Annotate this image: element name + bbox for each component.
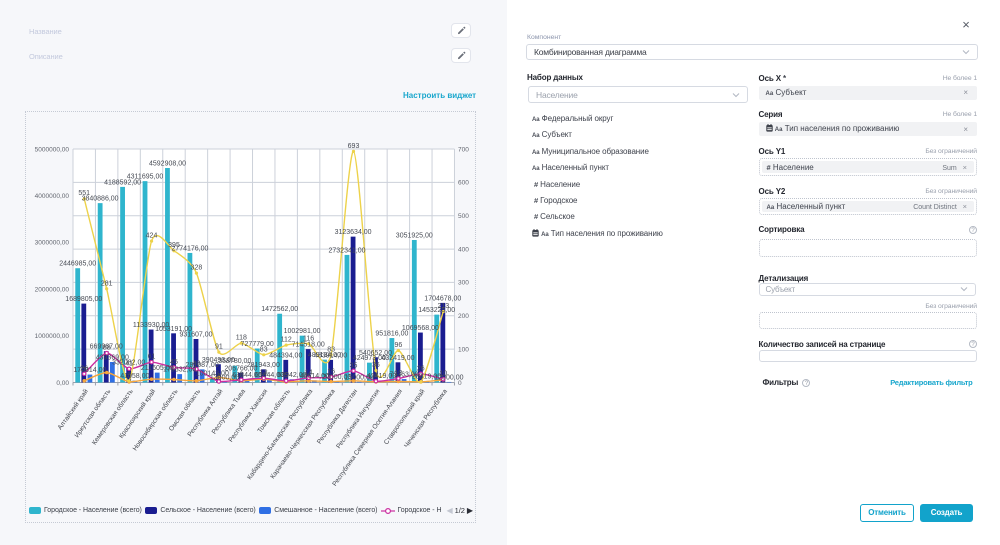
svg-text:13: 13 — [260, 370, 268, 377]
svg-text:1069568,00: 1069568,00 — [402, 325, 439, 332]
svg-text:600: 600 — [458, 180, 469, 187]
svg-text:1689805,00: 1689805,00 — [65, 296, 102, 303]
svg-text:484394,00: 484394,00 — [269, 352, 302, 359]
svg-text:3840886,00: 3840886,00 — [82, 196, 119, 203]
svg-text:41: 41 — [125, 360, 133, 367]
svg-text:5000000,00: 5000000,00 — [35, 146, 70, 153]
svg-text:Республика Дагестан: Республика Дагестан — [315, 387, 359, 445]
svg-text:931607,00: 931607,00 — [179, 332, 212, 339]
svg-text:2774176,00: 2774176,00 — [171, 245, 208, 252]
svg-text:1472562,00: 1472562,00 — [261, 306, 298, 313]
svg-text:83: 83 — [260, 346, 268, 353]
svg-text:36: 36 — [372, 362, 380, 369]
svg-text:500: 500 — [458, 213, 469, 220]
svg-text:83: 83 — [327, 346, 335, 353]
svg-text:Кемеровская область: Кемеровская область — [90, 387, 135, 446]
svg-text:91: 91 — [215, 344, 223, 351]
svg-text:26: 26 — [417, 365, 425, 372]
svg-text:1000000,00: 1000000,00 — [35, 333, 70, 340]
svg-text:26: 26 — [80, 365, 88, 372]
svg-text:3: 3 — [217, 373, 221, 380]
svg-text:483914,00: 483914,00 — [314, 352, 347, 359]
svg-text:Ставропольский край: Ставропольский край — [382, 387, 427, 446]
svg-text:693: 693 — [348, 143, 360, 150]
svg-text:424: 424 — [146, 233, 158, 240]
svg-text:727779,00: 727779,00 — [241, 341, 274, 348]
svg-text:2446985,00: 2446985,00 — [59, 261, 96, 268]
svg-text:432419,00: 432419,00 — [381, 355, 414, 362]
svg-text:5: 5 — [284, 372, 288, 379]
svg-text:10: 10 — [439, 371, 447, 378]
svg-text:100: 100 — [458, 346, 469, 353]
svg-text:4000000,00: 4000000,00 — [35, 193, 70, 200]
svg-text:300: 300 — [458, 280, 469, 287]
svg-text:170314,00: 170314,00 — [73, 367, 106, 374]
svg-text:4311695,00: 4311695,00 — [127, 174, 164, 181]
svg-text:328: 328 — [191, 265, 203, 272]
svg-text:2732341,00: 2732341,00 — [329, 247, 366, 254]
svg-text:112: 112 — [281, 337, 292, 344]
svg-text:0,00: 0,00 — [56, 380, 69, 387]
svg-text:281: 281 — [101, 280, 113, 287]
svg-text:41058,00: 41058,00 — [120, 373, 149, 380]
svg-text:3123634,00: 3123634,00 — [335, 229, 372, 236]
svg-text:88: 88 — [103, 345, 111, 352]
svg-text:96: 96 — [395, 342, 403, 349]
svg-text:281943,00: 281943,00 — [247, 362, 280, 369]
svg-text:Чеченская Республика: Чеченская Республика — [402, 387, 449, 449]
svg-text:213: 213 — [437, 303, 449, 310]
svg-text:2: 2 — [419, 373, 423, 380]
svg-text:714518,00: 714518,00 — [292, 342, 325, 349]
svg-text:Республика Ингушетия: Республика Ингушетия — [334, 387, 381, 450]
svg-text:400: 400 — [458, 246, 469, 253]
svg-text:61: 61 — [148, 354, 156, 361]
svg-text:1002981,00: 1002981,00 — [284, 328, 321, 335]
svg-text:45: 45 — [170, 359, 178, 366]
svg-text:5: 5 — [127, 372, 131, 379]
svg-text:4592908,00: 4592908,00 — [149, 161, 186, 168]
svg-text:40: 40 — [193, 361, 201, 368]
svg-text:3051925,00: 3051925,00 — [396, 233, 433, 240]
svg-text:200: 200 — [458, 313, 469, 320]
svg-text:14: 14 — [305, 369, 313, 376]
svg-text:Республика Хакасия: Республика Хакасия — [227, 387, 270, 443]
svg-text:16: 16 — [327, 369, 335, 376]
svg-text:8: 8 — [239, 371, 243, 378]
svg-text:116: 116 — [303, 335, 314, 342]
svg-text:1704678,00: 1704678,00 — [424, 295, 461, 302]
svg-text:35: 35 — [350, 362, 358, 369]
svg-text:12: 12 — [395, 370, 403, 377]
svg-text:3000000,00: 3000000,00 — [35, 240, 70, 247]
svg-text:4: 4 — [374, 373, 378, 380]
svg-text:Новосибирская область: Новосибирская область — [131, 387, 180, 452]
svg-text:700: 700 — [458, 146, 469, 153]
svg-text:2000000,00: 2000000,00 — [35, 286, 70, 293]
